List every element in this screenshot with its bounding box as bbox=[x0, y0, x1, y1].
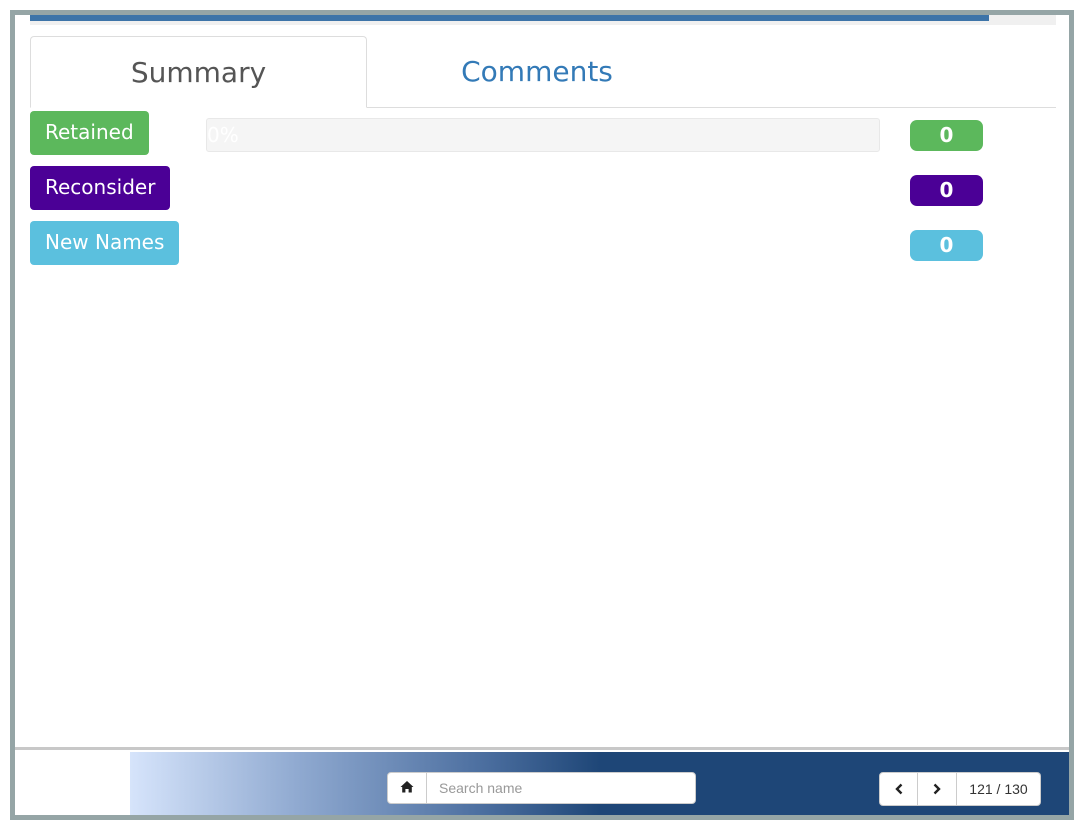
footer-divider bbox=[15, 747, 1069, 750]
reconsider-label[interactable]: Reconsider bbox=[30, 166, 171, 210]
app-frame: Summary Comments Retained 0% 0 Reconside… bbox=[10, 10, 1074, 820]
search-name-input[interactable] bbox=[426, 772, 696, 804]
next-page-button[interactable] bbox=[918, 772, 957, 806]
home-button[interactable] bbox=[387, 772, 427, 804]
page-indicator: 121 / 130 bbox=[957, 772, 1041, 806]
retained-count-badge: 0 bbox=[910, 120, 983, 151]
tab-summary[interactable]: Summary bbox=[30, 36, 367, 108]
retained-label[interactable]: Retained bbox=[30, 111, 149, 155]
top-progress-bar bbox=[30, 15, 1056, 25]
new-names-label[interactable]: New Names bbox=[30, 221, 180, 265]
summary-row-new-names: New Names 0 bbox=[30, 221, 1056, 265]
reconsider-count-badge: 0 bbox=[910, 175, 983, 206]
summary-row-reconsider: Reconsider 0 bbox=[30, 166, 1056, 210]
pager: 121 / 130 bbox=[879, 772, 1041, 806]
chevron-right-icon bbox=[932, 780, 942, 799]
retained-progress-bar: 0% bbox=[206, 118, 880, 152]
top-progress-fill bbox=[30, 15, 990, 21]
home-icon bbox=[400, 779, 414, 798]
previous-page-button[interactable] bbox=[879, 772, 918, 806]
new-names-count-badge: 0 bbox=[910, 230, 983, 261]
retained-progress-text: 0% bbox=[207, 123, 239, 147]
tab-comments[interactable]: Comments bbox=[367, 36, 707, 108]
chevron-left-icon bbox=[894, 780, 904, 799]
summary-row-retained: Retained 0% 0 bbox=[30, 111, 1056, 155]
footer-bar: 121 / 130 bbox=[130, 752, 1069, 815]
tab-bar: Summary Comments bbox=[30, 36, 1056, 108]
